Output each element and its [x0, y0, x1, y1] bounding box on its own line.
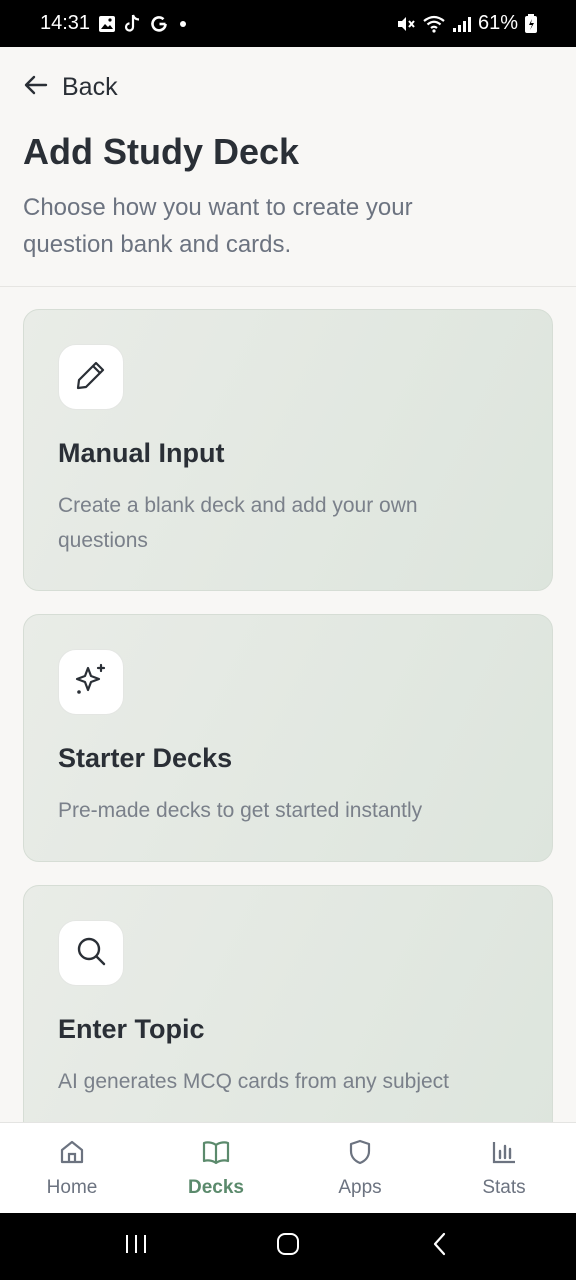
card-title: Starter Decks [58, 743, 233, 773]
card-title: Manual Input [58, 438, 225, 468]
back-button[interactable]: Back [22, 71, 118, 104]
pencil-icon [74, 358, 108, 397]
signal-icon [452, 15, 472, 33]
book-icon [201, 1138, 231, 1171]
card-icon-container [58, 344, 124, 410]
status-time: 14:31 [40, 12, 91, 34]
card-description: Create a blank deck and add your own que… [58, 494, 418, 552]
nav-home[interactable]: Home [0, 1123, 144, 1214]
page-subtitle: Choose how you want to create your quest… [23, 194, 413, 258]
card-starter-decks[interactable]: Starter Decks Pre-made decks to get star… [23, 614, 553, 862]
card-title: Enter Topic [58, 1014, 205, 1044]
tiktok-icon [124, 14, 142, 34]
card-icon-container [58, 649, 124, 715]
nav-label: Home [46, 1177, 98, 1198]
nav-label: Decks [188, 1177, 244, 1198]
wifi-icon [422, 15, 446, 33]
recent-apps-icon [124, 1233, 148, 1260]
status-left: 14:31 [40, 12, 190, 35]
bar-chart-icon [490, 1138, 518, 1171]
recent-apps-button[interactable] [106, 1217, 166, 1277]
nav-stats[interactable]: Stats [432, 1123, 576, 1214]
card-description: Pre-made decks to get started instantly [58, 799, 423, 822]
arrow-left-icon [22, 71, 50, 104]
dot-icon [176, 17, 190, 31]
card-icon-container [58, 920, 124, 986]
nav-decks[interactable]: Decks [144, 1123, 288, 1214]
page-title: Add Study Deck [23, 131, 300, 172]
nav-label: Apps [338, 1177, 382, 1198]
home-nav-icon [275, 1231, 301, 1262]
search-icon [74, 934, 108, 973]
back-label: Back [62, 73, 118, 101]
mute-icon [396, 15, 416, 33]
page-header: Back Add Study Deck Choose how you want … [0, 47, 576, 287]
nav-label: Stats [482, 1177, 526, 1198]
gallery-icon [98, 15, 116, 33]
back-nav-button[interactable] [410, 1217, 470, 1277]
sparkles-icon [73, 662, 109, 703]
status-bar: 14:31 61% [0, 0, 576, 47]
home-icon [58, 1138, 86, 1171]
system-nav-bar [0, 1213, 576, 1280]
card-manual-input[interactable]: Manual Input Create a blank deck and add… [23, 309, 553, 591]
card-enter-topic[interactable]: Enter Topic AI generates MCQ cards from … [23, 885, 553, 1145]
nav-apps[interactable]: Apps [288, 1123, 432, 1214]
card-description: AI generates MCQ cards from any subject [58, 1070, 449, 1093]
battery-icon [524, 13, 538, 34]
chevron-left-icon [430, 1231, 450, 1262]
status-right: 61% [396, 12, 538, 35]
home-nav-button[interactable] [258, 1217, 318, 1277]
bottom-nav: Home Decks Apps Stats [0, 1122, 576, 1213]
shield-icon [346, 1138, 374, 1171]
google-icon [150, 15, 168, 33]
battery-text: 61% [477, 12, 518, 34]
